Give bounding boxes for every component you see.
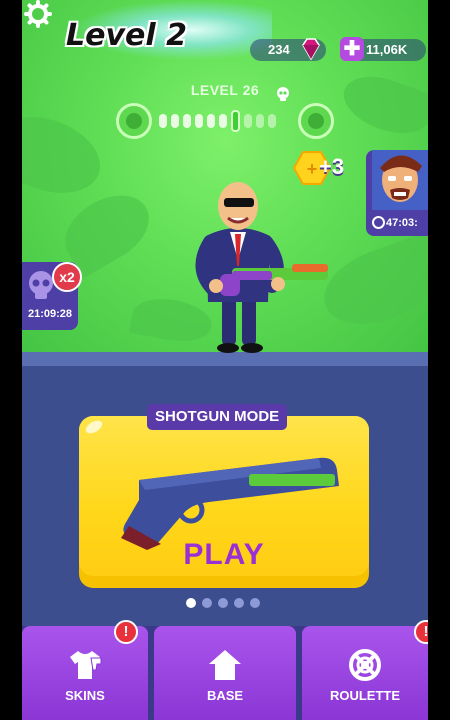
gear-icon[interactable] xyxy=(24,0,52,28)
level-progress-segment xyxy=(171,114,179,128)
leaf-decoration xyxy=(336,66,428,144)
video-level-caption: Level 2 xyxy=(66,18,187,53)
bottom-nav: SKINS ! BASE ROULETTE ! xyxy=(22,620,428,720)
tab-roulette-label: ROULETTE xyxy=(329,688,401,703)
pager-dot[interactable] xyxy=(186,598,196,608)
level-progress-segment xyxy=(256,114,264,128)
level-progress-segment xyxy=(268,114,276,128)
plus-currency-value: 11,06K xyxy=(366,42,408,57)
tab-skins[interactable]: SKINS ! xyxy=(22,620,148,720)
mode-card-face: PLAY xyxy=(79,416,369,576)
multiplier-badge: x2 xyxy=(52,262,82,292)
gem-icon[interactable] xyxy=(298,36,324,62)
tab-base[interactable]: BASE xyxy=(154,626,296,720)
pager-dot[interactable] xyxy=(202,598,212,608)
level-progress-segment xyxy=(207,114,215,128)
level-progress-segment xyxy=(244,114,252,128)
level-progress-segment xyxy=(183,114,191,128)
mode-title: SHOTGUN MODE xyxy=(147,404,288,430)
pager-dot[interactable] xyxy=(234,598,244,608)
skull-event-timer: 21:09:28 xyxy=(27,308,73,320)
roulette-icon xyxy=(349,649,381,681)
skull-icon xyxy=(277,87,289,101)
hitman-character xyxy=(195,182,328,353)
shirt-icon xyxy=(70,651,102,679)
level-progress-track xyxy=(159,110,293,132)
stage-end-node xyxy=(298,103,334,139)
pager-dot[interactable] xyxy=(218,598,228,608)
house-icon xyxy=(209,650,241,680)
skull-event-card[interactable]: x2 21:09:28 xyxy=(22,262,82,330)
level-progress-segment xyxy=(195,114,203,128)
tab-base-label: BASE xyxy=(206,688,244,703)
tab-roulette[interactable]: ROULETTE ! xyxy=(302,620,428,720)
cash-value: 234 xyxy=(268,42,290,57)
mode-pager[interactable] xyxy=(186,598,260,608)
boss-portrait xyxy=(372,150,428,210)
pager-dot[interactable] xyxy=(250,598,260,608)
level-label: LEVEL 26 xyxy=(190,82,260,98)
play-button-label: PLAY xyxy=(183,538,265,571)
boss-event-card[interactable]: 47:03: xyxy=(366,150,428,236)
card-shine xyxy=(83,418,105,436)
level-progress-segment xyxy=(219,114,227,128)
level-progress-segment xyxy=(231,110,240,132)
shotgun-icon xyxy=(121,457,340,550)
level-progress-segment xyxy=(159,114,167,128)
skins-alert-badge: ! xyxy=(114,620,138,644)
boss-timer: 47:03: xyxy=(386,217,418,229)
plus-currency-icon[interactable]: ✚ xyxy=(340,37,364,61)
stage-start-node xyxy=(116,103,152,139)
leaf-decoration xyxy=(22,103,111,207)
mode-card[interactable]: PLAY SHOTGUN MODE xyxy=(79,404,369,588)
roulette-alert-badge: ! xyxy=(414,620,428,644)
tab-skins-label: SKINS xyxy=(65,688,105,703)
game-screen: Level 2 234 11,06K ✚ LEVEL 26 + +3 47:03… xyxy=(22,0,428,720)
